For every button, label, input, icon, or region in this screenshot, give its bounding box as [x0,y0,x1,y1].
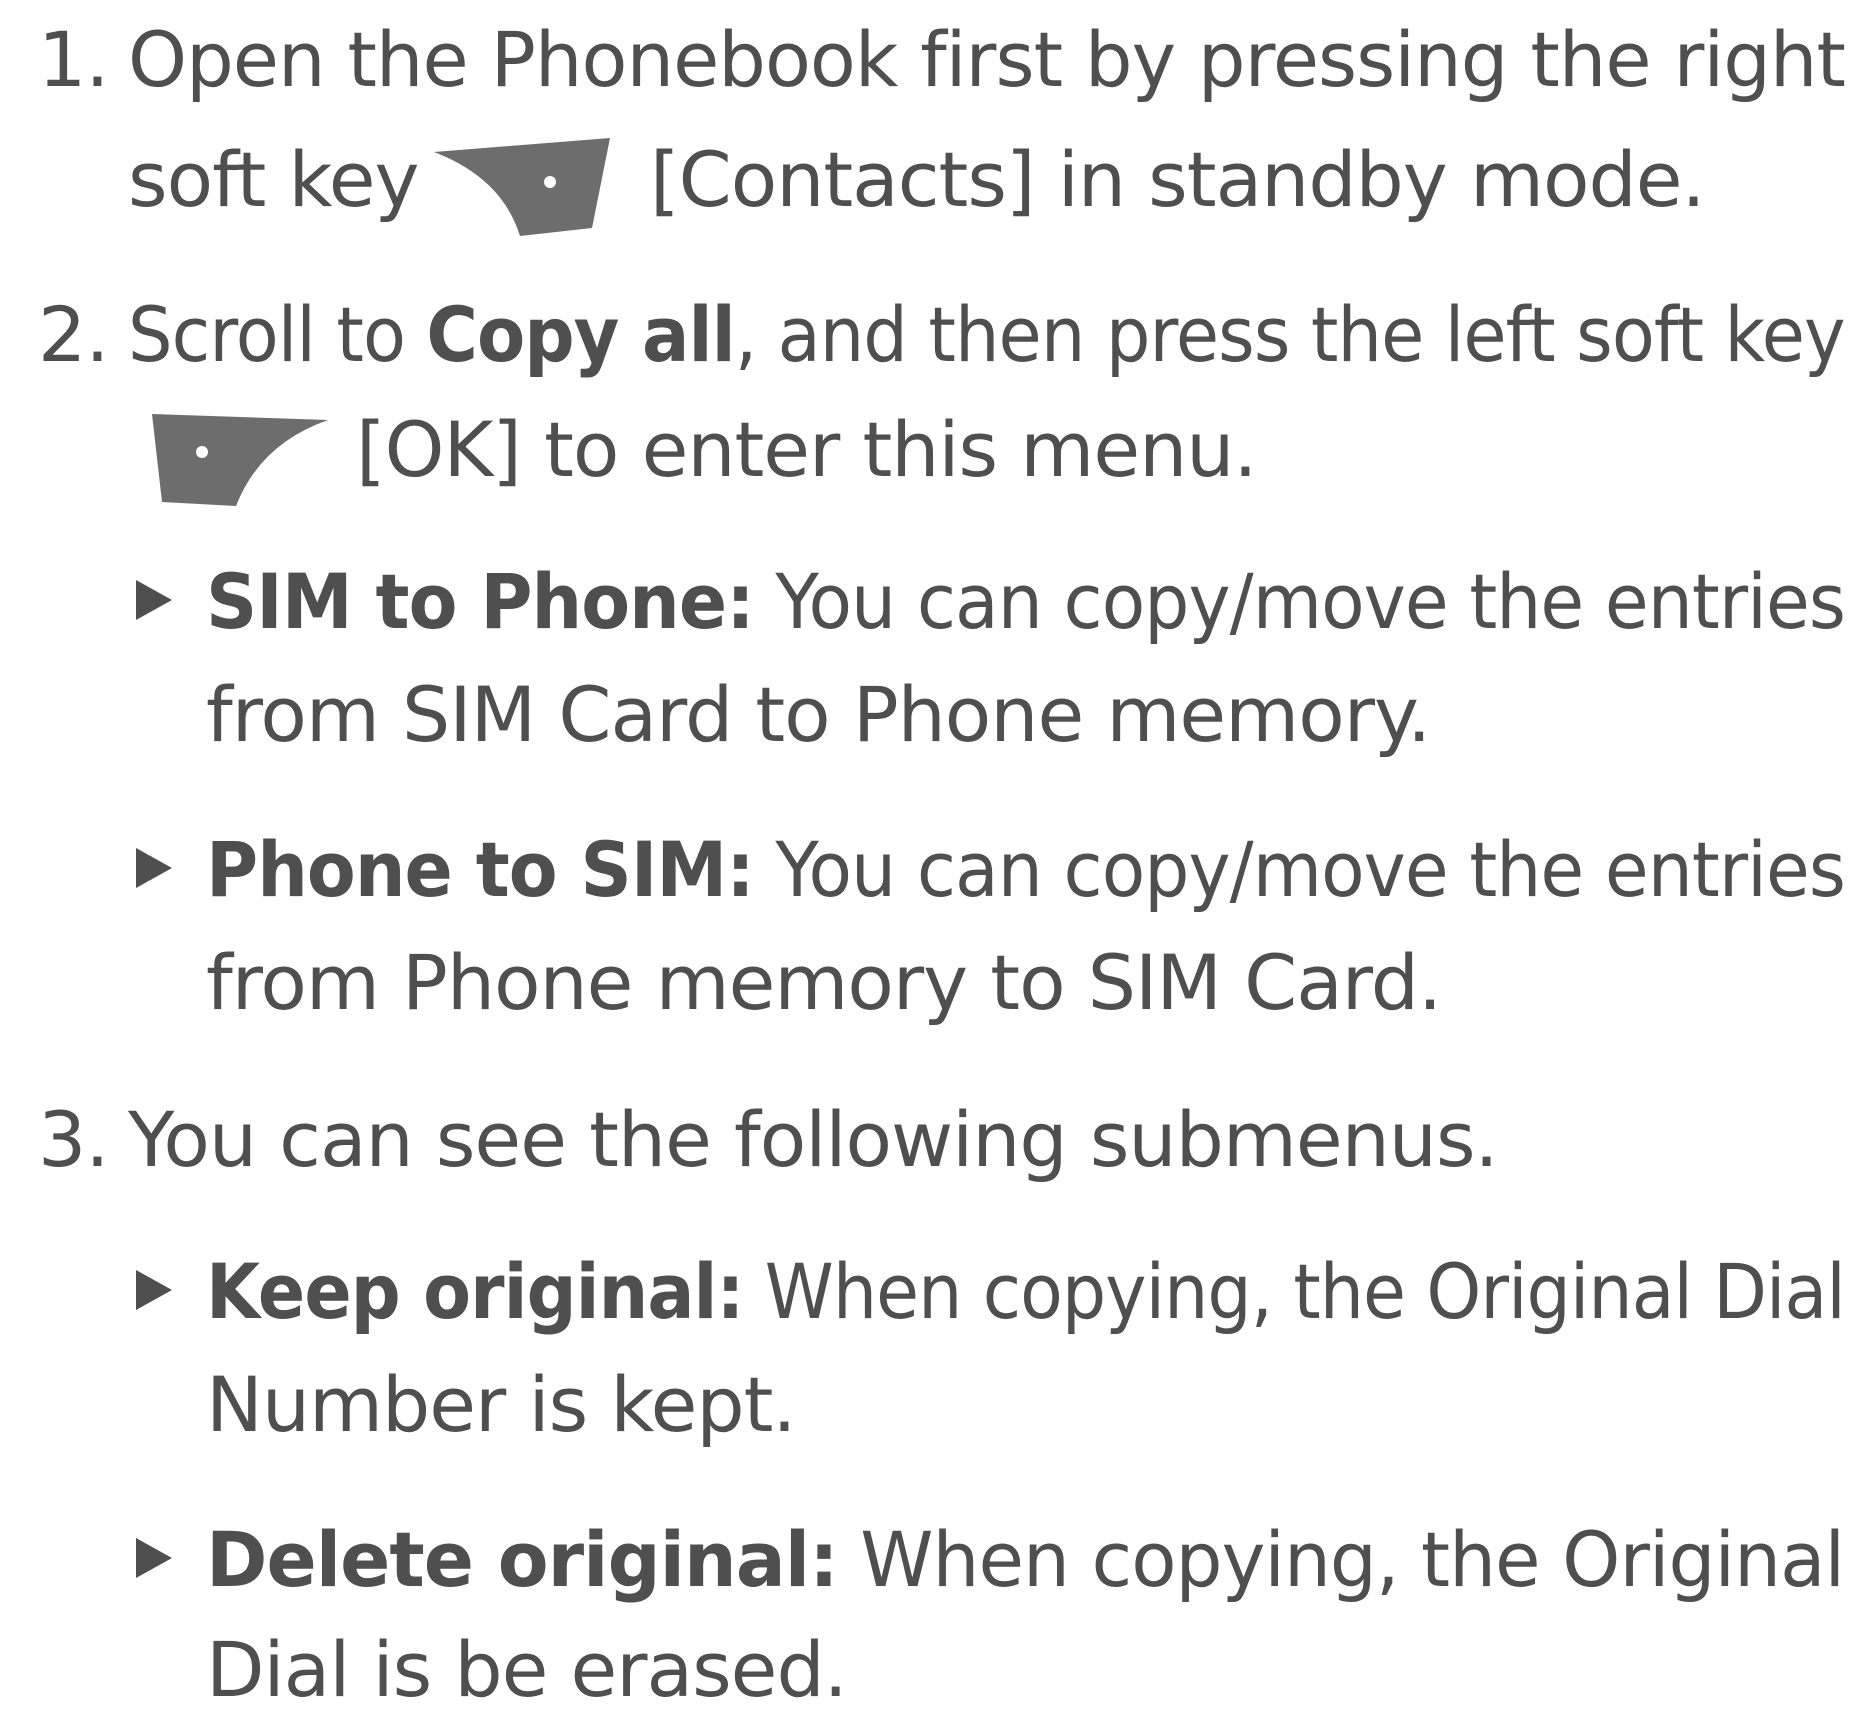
step-1-number: 1. [38,15,110,104]
submenu-desc: When copying, the Original Dial [743,1247,1846,1336]
submenu-delete-original: Delete original: When copying, the Origi… [206,1510,1845,1610]
step-3-number: 3. [38,1095,110,1184]
submenu-desc: When copying, the Original [837,1515,1845,1604]
step-1-line1: Open the Phonebook first by pressing the… [128,15,1846,104]
step-2-line1-pre: Scroll to [128,290,427,379]
submenu-term: Keep original: [206,1247,744,1336]
option-term: Phone to SIM: [206,825,755,914]
submenu-keep-original-line2: Number is kept. [206,1360,797,1449]
right-soft-key-icon [434,138,610,236]
copy-all-term: Copy all [426,290,735,379]
option-sim-to-phone-line2: from SIM Card to Phone memory. [206,670,1431,759]
step-2-line1: Scroll to Copy all, and then press the l… [128,285,1846,385]
submenu-delete-original-line2: Dial is be erased. [206,1625,848,1714]
bullet-triangle-icon [136,848,172,888]
bullet-triangle-icon [136,1270,172,1310]
option-phone-to-sim: Phone to SIM: You can copy/move the entr… [206,820,1846,920]
step-1-line2-text: soft key [128,135,420,224]
option-desc: You can copy/move the entries [753,825,1846,914]
step-3-line1: You can see the following submenus. [128,1095,1499,1184]
option-phone-to-sim-line2: from Phone memory to SIM Card. [206,938,1442,1027]
bullet-triangle-icon [136,580,172,620]
manual-page: 1. Open the Phonebook first by pressing … [0,0,1862,1714]
step-2-line1-post: , and then press the left soft key [734,290,1846,379]
option-desc: You can copy/move the entries [753,557,1846,646]
step-1-line2-rest: [Contacts] in standby mode. [650,135,1706,224]
left-soft-key-icon [152,414,328,506]
option-term: SIM to Phone: [206,557,755,646]
option-sim-to-phone: SIM to Phone: You can copy/move the entr… [206,552,1846,652]
step-2-line2-rest: [OK] to enter this menu. [356,405,1258,494]
step-2-number: 2. [38,290,110,379]
bullet-triangle-icon [136,1538,172,1578]
submenu-keep-original: Keep original: When copying, the Origina… [206,1242,1846,1342]
submenu-term: Delete original: [206,1515,839,1604]
